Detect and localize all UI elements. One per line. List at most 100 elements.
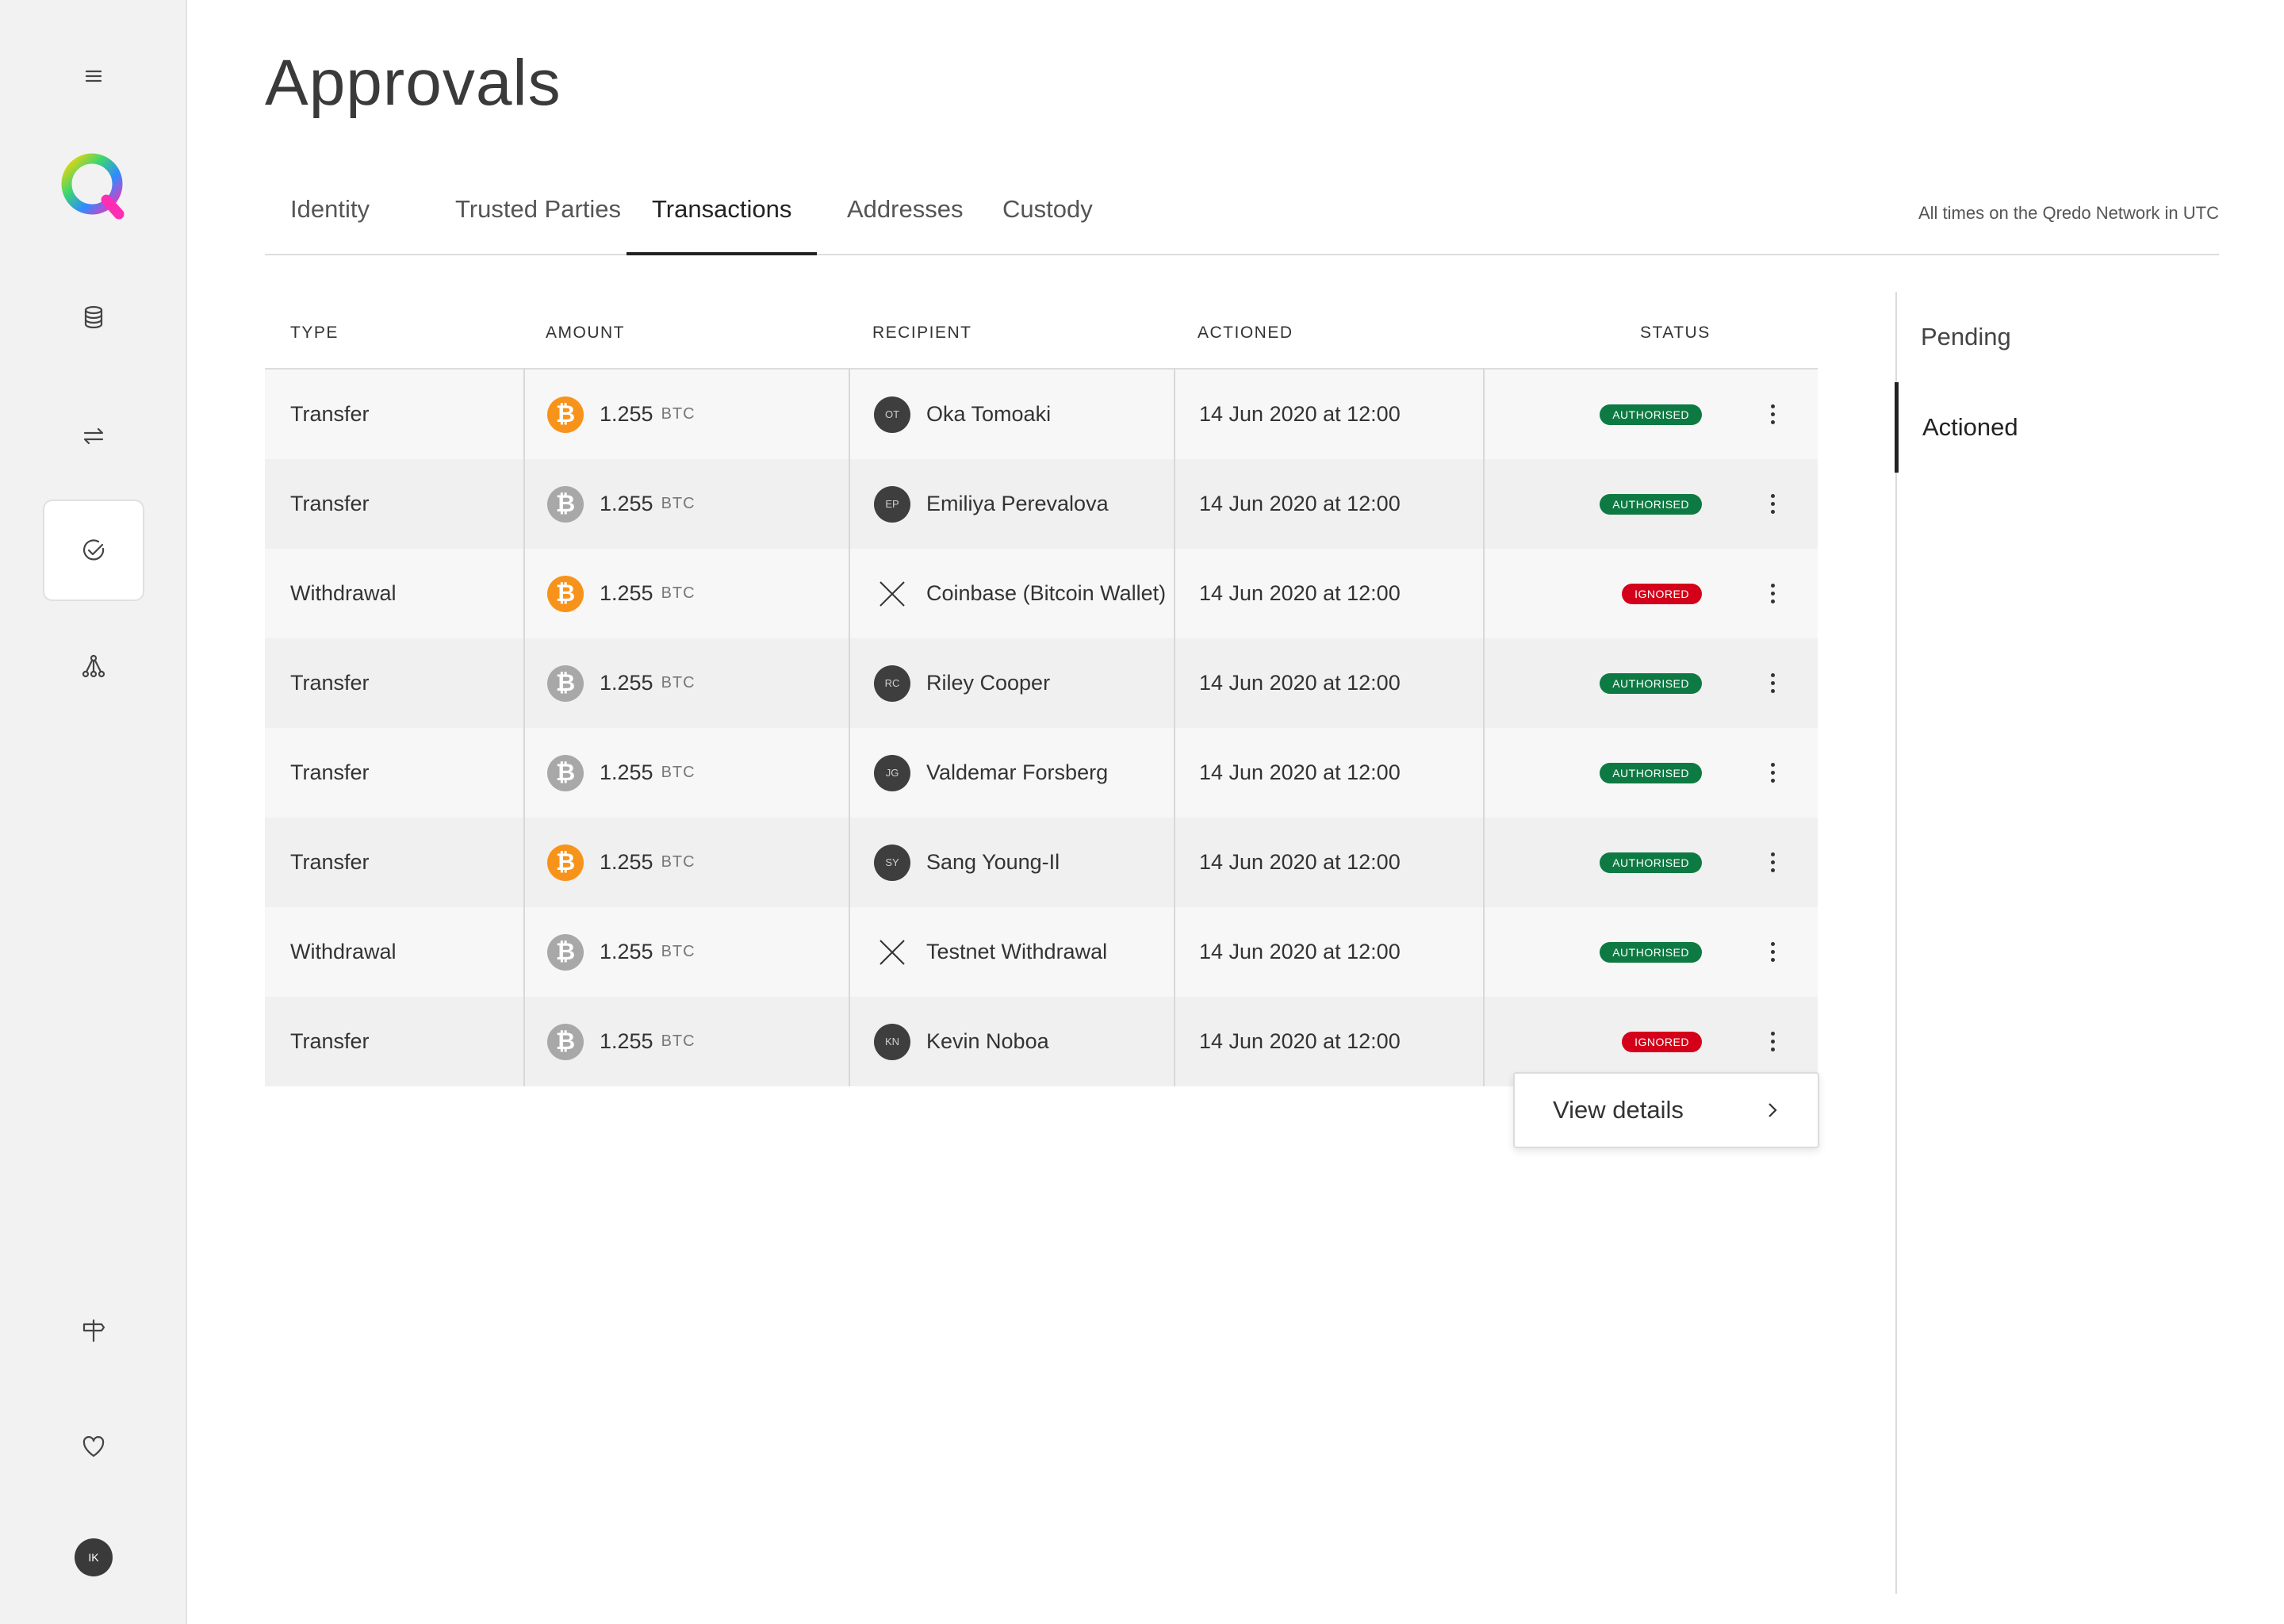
row-menu-button[interactable] — [1761, 549, 1784, 638]
column-divider — [523, 370, 525, 459]
table-row[interactable]: Transfer ₿ 1.255 BTC OT Oka Tomoaki 14 J… — [265, 370, 1818, 459]
kebab-icon[interactable] — [1761, 1032, 1784, 1051]
type-cell: Transfer — [290, 402, 370, 426]
column-divider — [1174, 370, 1175, 459]
recipient-avatar: KN — [874, 1023, 910, 1060]
column-divider — [1174, 549, 1175, 638]
database-icon[interactable] — [43, 266, 144, 368]
kebab-icon[interactable] — [1761, 494, 1784, 514]
status-badge: AUTHORISED — [1600, 672, 1702, 694]
column-divider — [523, 907, 525, 997]
table-row[interactable]: Transfer ₿ 1.255 BTC SY Sang Young-Il 14… — [265, 818, 1818, 907]
bitcoin-icon: ₿ — [547, 575, 584, 612]
type-cell: Transfer — [290, 671, 370, 695]
row-menu-button[interactable] — [1761, 907, 1784, 997]
row-menu-button[interactable] — [1761, 370, 1784, 459]
kebab-icon[interactable] — [1761, 673, 1784, 693]
tab-custody[interactable]: Custody — [977, 181, 1118, 255]
amount-value: 1.255 — [600, 940, 653, 963]
signpost-icon[interactable] — [43, 1280, 144, 1381]
actioned-cell: 14 Jun 2020 at 12:00 — [1199, 940, 1401, 963]
bitcoin-icon: ₿ — [547, 396, 584, 433]
actioned-cell: 14 Jun 2020 at 12:00 — [1199, 492, 1401, 515]
header-status[interactable]: STATUS — [1640, 324, 1711, 343]
status-badge: AUTHORISED — [1600, 852, 1702, 873]
heart-icon[interactable] — [43, 1396, 144, 1497]
actioned-cell: 14 Jun 2020 at 12:00 — [1199, 402, 1401, 426]
table-header: TYPE AMOUNT RECIPIENT ACTIONED STATUS — [265, 301, 1818, 370]
row-menu-button[interactable] — [1761, 638, 1784, 728]
status-cell: AUTHORISED — [1483, 638, 1702, 728]
bitcoin-icon: ₿ — [547, 665, 584, 702]
filter-actioned[interactable]: Actioned — [1895, 382, 2212, 473]
tab-transactions[interactable]: Transactions — [627, 181, 818, 255]
amount-unit: BTC — [661, 674, 696, 691]
kebab-icon[interactable] — [1761, 404, 1784, 424]
status-badge: AUTHORISED — [1600, 493, 1702, 515]
table-row[interactable]: Transfer ₿ 1.255 BTC RC Riley Cooper 14 … — [265, 638, 1818, 728]
timezone-note: All times on the Qredo Network in UTC — [1918, 203, 2219, 223]
page-title: Approvals — [265, 47, 561, 119]
table-row[interactable]: Transfer ₿ 1.255 BTC EP Emiliya Perevalo… — [265, 459, 1818, 549]
amount-unit: BTC — [661, 943, 696, 960]
tab-addresses[interactable]: Addresses — [822, 181, 988, 255]
menu-icon[interactable] — [43, 25, 144, 127]
recipient-name: Sang Young-Il — [926, 850, 1060, 874]
tab-trusted-parties[interactable]: Trusted Parties — [430, 181, 646, 255]
amount-unit: BTC — [661, 405, 696, 423]
table-row[interactable]: Withdrawal ₿ 1.255 BTC Coinbase (Bitcoin… — [265, 549, 1818, 638]
amount-cell: ₿ 1.255 BTC — [547, 459, 696, 549]
table-row[interactable]: Transfer ₿ 1.255 BTC JG Valdemar Forsber… — [265, 728, 1818, 818]
qredo-logo[interactable] — [59, 151, 128, 220]
row-menu-button[interactable] — [1761, 818, 1784, 907]
transfer-arrows-icon[interactable] — [43, 385, 144, 487]
status-cell: AUTHORISED — [1483, 818, 1702, 907]
status-badge: AUTHORISED — [1600, 404, 1702, 425]
sidebar: IK — [0, 0, 187, 1624]
recipient-name: Riley Cooper — [926, 671, 1051, 695]
filter-pending[interactable]: Pending — [1897, 292, 2214, 382]
status-badge: AUTHORISED — [1600, 941, 1702, 963]
external-wallet-icon — [874, 576, 910, 612]
header-type[interactable]: TYPE — [290, 324, 339, 343]
header-amount[interactable]: AMOUNT — [546, 324, 625, 343]
table-row[interactable]: Withdrawal ₿ 1.255 BTC Testnet Withdrawa… — [265, 907, 1818, 997]
column-divider — [849, 549, 850, 638]
amount-cell: ₿ 1.255 BTC — [547, 638, 696, 728]
recipient-cell: RC Riley Cooper — [874, 638, 1050, 728]
column-divider — [849, 459, 850, 549]
transactions-table: TYPE AMOUNT RECIPIENT ACTIONED STATUS Tr… — [265, 301, 1818, 1086]
row-menu-button[interactable] — [1761, 728, 1784, 818]
user-avatar[interactable]: IK — [75, 1538, 113, 1576]
status-badge: AUTHORISED — [1600, 762, 1702, 783]
approvals-check-icon[interactable] — [43, 500, 144, 601]
column-divider — [1174, 997, 1175, 1086]
network-icon[interactable] — [43, 615, 144, 717]
column-divider — [1174, 728, 1175, 818]
kebab-icon[interactable] — [1761, 852, 1784, 872]
recipient-cell: Testnet Withdrawal — [874, 907, 1107, 997]
amount-cell: ₿ 1.255 BTC — [547, 370, 696, 459]
recipient-avatar: JG — [874, 754, 910, 791]
tab-identity[interactable]: Identity — [265, 181, 395, 255]
row-menu-button[interactable] — [1761, 459, 1784, 549]
bitcoin-icon: ₿ — [547, 754, 584, 791]
column-divider — [849, 997, 850, 1086]
kebab-icon[interactable] — [1761, 584, 1784, 603]
kebab-icon[interactable] — [1761, 942, 1784, 962]
column-divider — [523, 818, 525, 907]
amount-unit: BTC — [661, 853, 696, 871]
kebab-icon[interactable] — [1761, 763, 1784, 783]
column-divider — [849, 370, 850, 459]
type-cell: Transfer — [290, 1029, 370, 1053]
header-actioned[interactable]: ACTIONED — [1198, 324, 1293, 343]
amount-value: 1.255 — [600, 1029, 653, 1053]
actioned-cell: 14 Jun 2020 at 12:00 — [1199, 581, 1401, 605]
bitcoin-icon: ₿ — [547, 1023, 584, 1060]
bitcoin-icon: ₿ — [547, 933, 584, 971]
header-recipient[interactable]: RECIPIENT — [872, 324, 972, 343]
column-divider — [1174, 638, 1175, 728]
type-cell: Transfer — [290, 760, 370, 784]
recipient-avatar: RC — [874, 665, 910, 702]
view-details-item[interactable]: View details — [1553, 1096, 1684, 1124]
